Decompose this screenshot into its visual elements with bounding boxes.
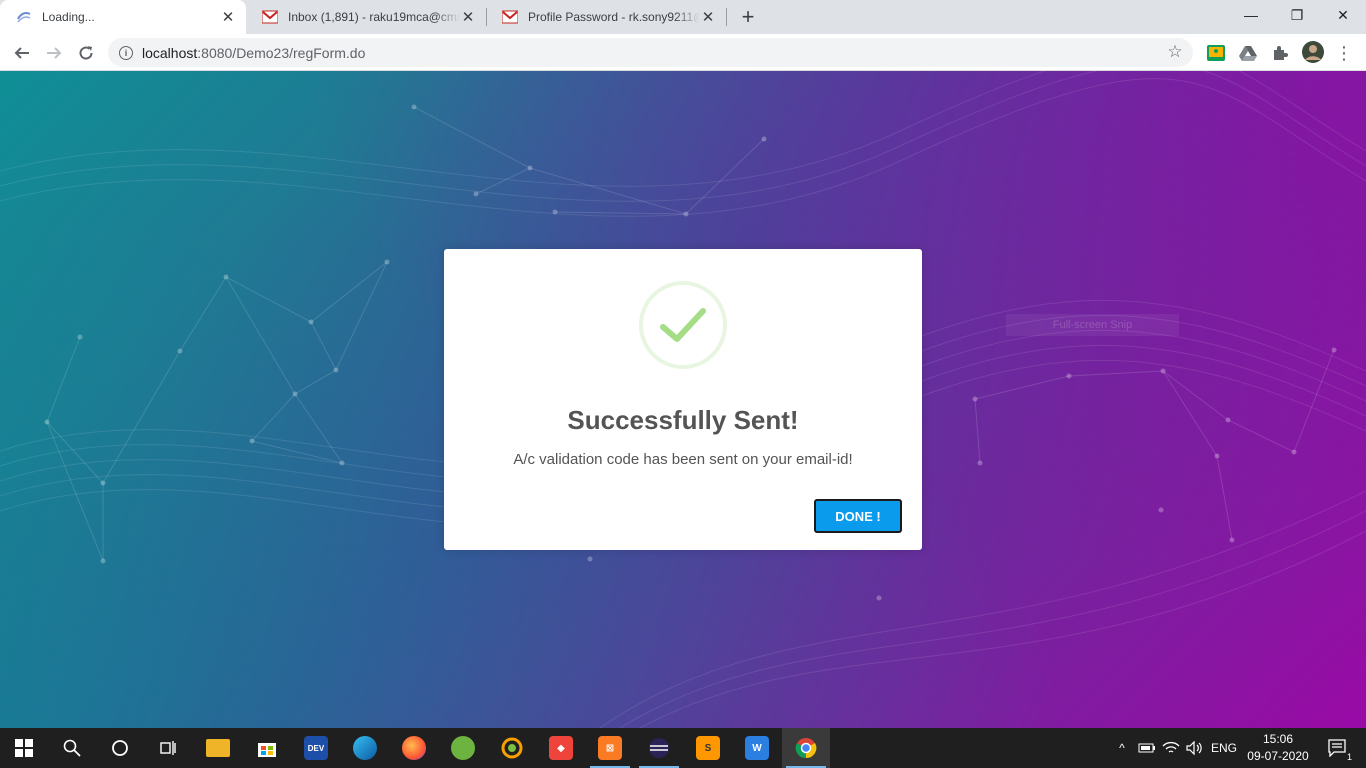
search-icon[interactable] [48, 728, 96, 768]
chevron-up-icon[interactable]: ^ [1112, 728, 1132, 768]
task-view-icon[interactable] [144, 728, 192, 768]
tab-title: Loading... [42, 10, 95, 24]
system-clock[interactable]: 15:06 09-07-2020 [1246, 731, 1310, 765]
wps-writer-icon[interactable]: W [733, 728, 781, 768]
tab-separator [726, 8, 727, 26]
google-drive-icon[interactable] [1237, 42, 1259, 64]
tab-title: Inbox (1,891) - raku19mca@cmrit.ac.in [288, 10, 460, 24]
start-button[interactable] [0, 728, 48, 768]
dialog-message: A/c validation code has been sent on you… [513, 451, 853, 468]
new-tab-button[interactable]: + [736, 4, 760, 29]
back-arrow-icon[interactable] [8, 39, 36, 67]
address-bar[interactable]: i localhost:8080/Demo23/regForm.do ☆ [108, 38, 1193, 67]
notification-center-icon[interactable]: 1 [1318, 728, 1358, 768]
windows-taskbar: DEV ◆ ⊠ S W ^ ENG 15:06 09-07-2020 1 [0, 728, 1366, 768]
clock-time: 15:06 [1262, 732, 1294, 746]
clock-date: 09-07-2020 [1247, 749, 1309, 763]
dialog-title: Successfully Sent! [567, 405, 799, 435]
extensions-puzzle-icon[interactable] [1269, 42, 1291, 64]
notification-count: 1 [1346, 752, 1352, 762]
edge-icon[interactable] [341, 728, 389, 768]
file-explorer-icon[interactable] [194, 728, 242, 768]
tab-profile-password[interactable]: Profile Password - rk.sony9211@gmail.com… [486, 0, 726, 34]
tab-close-icon[interactable]: ✕ [460, 9, 476, 26]
forward-arrow-icon[interactable] [40, 39, 68, 67]
restore-button[interactable]: ❐ [1274, 0, 1320, 30]
site-info-icon[interactable]: i [119, 45, 133, 60]
reload-icon[interactable] [72, 39, 100, 67]
profile-avatar[interactable] [1301, 40, 1325, 64]
tab-inbox[interactable]: Inbox (1,891) - raku19mca@cmrit.ac.in ✕ [246, 0, 486, 34]
dev-cpp-icon[interactable]: DEV [292, 728, 340, 768]
eclipse-icon[interactable] [635, 728, 683, 768]
more-menu-icon[interactable]: ⋮ [1330, 39, 1358, 67]
loading-spinner-icon [16, 9, 32, 25]
wifi-icon[interactable] [1160, 728, 1182, 768]
tab-loading[interactable]: Loading... ✕ [0, 0, 246, 34]
spring-tool-suite-icon[interactable] [439, 728, 487, 768]
xampp-icon[interactable]: ⊠ [586, 728, 634, 768]
chrome-icon[interactable] [782, 728, 830, 768]
gmail-icon [502, 9, 518, 25]
firefox-icon[interactable] [390, 728, 438, 768]
close-window-button[interactable]: ✕ [1320, 0, 1366, 30]
minimize-button[interactable]: — [1228, 0, 1274, 30]
volume-icon[interactable] [1184, 728, 1206, 768]
google-classroom-icon[interactable] [1205, 42, 1227, 64]
anydesk-icon[interactable]: ◆ [537, 728, 585, 768]
tab-close-icon[interactable]: ✕ [700, 9, 716, 26]
battery-icon[interactable] [1136, 728, 1158, 768]
done-button[interactable]: DONE ! [814, 499, 902, 533]
tab-strip: Loading... ✕ Inbox (1,891) - raku19mca@c… [0, 0, 1366, 34]
browser-toolbar: i localhost:8080/Demo23/regForm.do ☆ ⋮ [0, 34, 1366, 71]
sublime-text-icon[interactable]: S [684, 728, 732, 768]
url-text: localhost:8080/Demo23/regForm.do [142, 44, 366, 61]
bookmark-star-icon[interactable]: ☆ [1165, 42, 1185, 62]
page-background: Full-screen Snip Successfully Sent! A/c … [0, 71, 1366, 728]
tab-title: Profile Password - rk.sony9211@gmail.com [528, 10, 700, 24]
windows-logo-icon [15, 739, 33, 757]
success-dialog: Successfully Sent! A/c validation code h… [444, 249, 922, 550]
store-icon[interactable] [243, 728, 291, 768]
tab-close-icon[interactable]: ✕ [220, 9, 236, 26]
screen-snip-overlay: Full-screen Snip [1006, 314, 1179, 336]
eclipse-che-icon[interactable] [488, 728, 536, 768]
language-indicator[interactable]: ENG [1208, 728, 1240, 768]
cortana-icon[interactable] [96, 728, 144, 768]
gmail-icon [262, 9, 278, 25]
success-check-icon [639, 281, 727, 369]
